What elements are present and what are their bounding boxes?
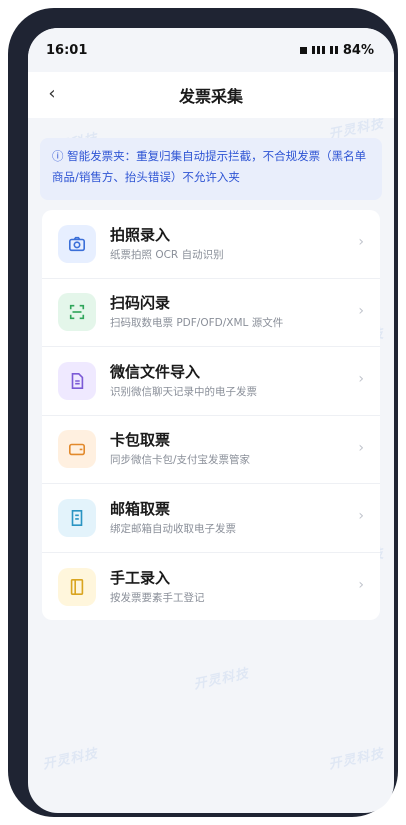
collection-methods-list: 拍照录入 纸票拍照 OCR 自动识别 › 扫码闪录 扫码取数电票 PDF/OFD…	[42, 210, 380, 620]
signal-bars-icon	[311, 46, 325, 54]
method-subtitle: 识别微信聊天记录中的电子发票	[110, 385, 257, 398]
method-wechat-import[interactable]: 微信文件导入 识别微信聊天记录中的电子发票 ›	[42, 347, 380, 416]
document-icon	[58, 361, 96, 400]
back-chevron-icon[interactable]: ‹	[42, 84, 62, 104]
status-bar: 16:01 84%	[28, 28, 394, 72]
page-title: 发票采集	[178, 87, 243, 106]
chevron-right-icon: ›	[358, 508, 364, 524]
ledger-icon	[58, 567, 96, 606]
method-manual-entry[interactable]: 手工录入 按发票要素手工登记 ›	[42, 553, 380, 622]
method-photo-entry[interactable]: 拍照录入 纸票拍照 OCR 自动识别 ›	[42, 210, 380, 279]
method-title: 手工录入	[110, 568, 171, 587]
method-subtitle: 同步微信卡包/支付宝发票管家	[110, 454, 251, 467]
method-subtitle: 扫码取数电票 PDF/OFD/XML 源文件	[110, 317, 284, 330]
phone-frame: 开灵科技 开灵科技 开灵科技 开灵科技 开灵科技 开灵科技 开灵科技 开灵科技 …	[8, 8, 398, 817]
method-scan-entry[interactable]: 扫码闪录 扫码取数电票 PDF/OFD/XML 源文件 ›	[42, 279, 380, 347]
screen: 开灵科技 开灵科技 开灵科技 开灵科技 开灵科技 开灵科技 开灵科技 开灵科技 …	[28, 28, 394, 813]
method-title: 拍照录入	[110, 225, 171, 244]
method-subtitle: 绑定邮箱自动收取电子发票	[110, 522, 236, 535]
method-card-wallet[interactable]: 卡包取票 同步微信卡包/支付宝发票管家 ›	[42, 416, 380, 484]
scan-icon	[58, 293, 96, 332]
watermark: 开灵科技	[41, 746, 100, 773]
status-indicators: 84%	[299, 42, 374, 58]
mail-icon	[58, 498, 96, 537]
chevron-right-icon: ›	[358, 439, 364, 456]
watermark: 开灵科技	[192, 666, 251, 693]
smart-folder-notice: ⓘ 智能发票夹：重复归集自动提示拦截，不合规发票（黑名单商品/销售方、抬头错误）…	[40, 138, 382, 200]
method-subtitle: 纸票拍照 OCR 自动识别	[110, 248, 224, 261]
status-time: 16:01	[46, 42, 88, 58]
chevron-right-icon: ›	[358, 576, 364, 593]
signal-square-icon	[299, 46, 307, 54]
wallet-icon	[58, 430, 96, 469]
camera-icon	[58, 224, 96, 263]
chevron-right-icon: ›	[358, 234, 364, 250]
method-subtitle: 按发票要素手工登记	[110, 591, 205, 604]
watermark: 开灵科技	[327, 746, 386, 773]
method-title: 卡包取票	[110, 431, 171, 450]
method-title: 邮箱取票	[110, 499, 171, 518]
method-title: 扫码闪录	[110, 294, 171, 313]
method-title: 微信文件导入	[110, 362, 201, 381]
nav-bar: ‹ 发票采集	[28, 72, 394, 118]
method-mailbox[interactable]: 邮箱取票 绑定邮箱自动收取电子发票 ›	[42, 484, 380, 553]
wifi-bars-icon	[329, 46, 338, 54]
chevron-right-icon: ›	[358, 302, 364, 319]
chevron-right-icon: ›	[358, 371, 364, 387]
battery-level: 84%	[342, 42, 374, 58]
